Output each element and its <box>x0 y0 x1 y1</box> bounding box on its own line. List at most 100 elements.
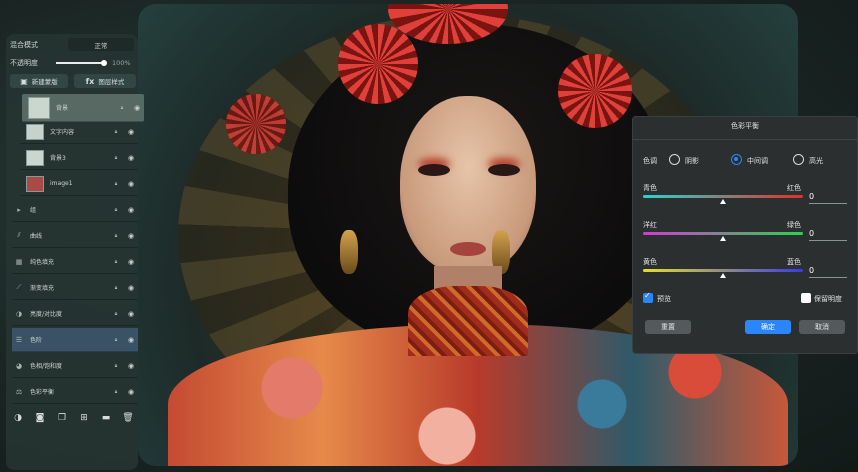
layer-row[interactable]: 背景 🔒︎ ◉ <box>22 94 144 122</box>
layer-thumbnail <box>26 149 44 166</box>
eye-icon[interactable]: ◉ <box>124 336 138 344</box>
mask-icon[interactable]: ◙ <box>34 412 46 424</box>
flower-decoration <box>226 94 286 154</box>
lock-icon[interactable]: 🔒︎ <box>111 311 121 317</box>
layer-row[interactable]: 背景3 🔒︎ ◉ <box>20 146 138 170</box>
layer-row[interactable]: ◑ 亮度/对比度 🔒︎ ◉ <box>12 302 138 326</box>
cancel-button[interactable]: 取消 <box>799 320 845 334</box>
layer-style-button[interactable]: fx 图层样式 <box>74 74 136 88</box>
adjustment-icon: ⚖ <box>15 387 23 396</box>
lock-icon[interactable]: 🔒︎ <box>111 259 121 265</box>
eye-icon[interactable]: ◉ <box>124 180 138 188</box>
layer-name: image1 <box>50 180 73 187</box>
slider-knob[interactable] <box>720 199 726 204</box>
layer-thumbnail <box>28 96 50 119</box>
lock-icon[interactable]: 🔒︎ <box>117 105 127 111</box>
adjust-icon[interactable]: ◑ <box>12 412 24 424</box>
lock-icon[interactable]: 🔒︎ <box>111 285 121 291</box>
ok-button[interactable]: 确定 <box>745 320 791 334</box>
flower-decoration <box>338 24 418 104</box>
layer-row[interactable]: ▸ 组 🔒︎ ◉ <box>12 198 138 222</box>
editor-canvas[interactable]: 混合模式 正常 不透明度 100% ▣ 新建蒙版 fx 图层样式 背景 🔒︎ ◉ 文字… <box>0 0 858 472</box>
lock-icon[interactable]: 🔒︎ <box>111 389 121 395</box>
color-balance-dialog: 色彩平衡 色调 阴影 中间调 高光 青色 红色 0 洋红 绿色 0 黄色 蓝色 0 ✓ 预览 保留明… <box>632 116 858 354</box>
layer-thumbnail <box>26 123 44 140</box>
collar-shape <box>408 286 528 356</box>
color-slider-track[interactable] <box>643 195 803 198</box>
slider-knob[interactable] <box>720 273 726 278</box>
opacity-knob[interactable] <box>101 60 107 66</box>
layer-row[interactable]: ☰ 色阶 🔒︎ ◉ <box>12 328 138 352</box>
layer-row[interactable]: ◕ 色相/饱和度 🔒︎ ◉ <box>12 354 138 378</box>
adjustment-icon: ☰ <box>15 335 23 344</box>
trash-icon[interactable]: 🗑︎ <box>122 412 134 424</box>
tone-radio[interactable] <box>731 154 742 165</box>
preview-checkbox[interactable]: ✓ <box>643 291 653 303</box>
layers-panel: 混合模式 正常 不透明度 100% ▣ 新建蒙版 fx 图层样式 背景 🔒︎ ◉ 文字… <box>6 34 144 470</box>
cancel-label: 取消 <box>815 323 829 331</box>
layer-name: 文字内容 <box>50 129 75 136</box>
tone-label: 色调 <box>643 157 657 165</box>
tone-radio[interactable] <box>669 154 680 165</box>
flower-decoration <box>558 54 632 128</box>
lips-shape <box>450 242 486 256</box>
eye-icon[interactable]: ◉ <box>130 104 144 112</box>
layer-row[interactable]: ⟋ 渐变填充 🔒︎ ◉ <box>12 276 138 300</box>
adjustment-icon: ⟋ <box>16 283 22 291</box>
slider-value-input[interactable]: 0 <box>809 266 847 278</box>
earring-shape <box>340 230 358 274</box>
lock-icon[interactable]: 🔒︎ <box>111 337 121 343</box>
blend-mode-select[interactable]: 正常 <box>68 38 134 51</box>
eye-icon[interactable]: ◉ <box>124 154 138 162</box>
layer-thumbnail <box>26 175 44 192</box>
layer-row[interactable]: 文字内容 🔒︎ ◉ <box>20 120 138 144</box>
lock-icon[interactable]: 🔒︎ <box>111 207 121 213</box>
opacity-slider[interactable] <box>56 60 107 66</box>
preserve-luminosity-checkbox[interactable] <box>801 293 811 303</box>
lock-icon[interactable]: 🔒︎ <box>111 363 121 369</box>
slider-knob[interactable] <box>720 236 726 241</box>
divider <box>633 139 857 140</box>
layer-row[interactable]: ▦ 纯色填充 🔒︎ ◉ <box>12 250 138 274</box>
eye-icon[interactable]: ◉ <box>124 362 138 370</box>
tone-label-option[interactable]: 中间调 <box>747 156 768 166</box>
folder-icon: ▸ <box>17 205 21 214</box>
new-mask-button[interactable]: ▣ 新建蒙版 <box>10 74 68 88</box>
eye-icon[interactable]: ◉ <box>124 258 138 266</box>
eye-icon[interactable]: ◉ <box>124 388 138 396</box>
lock-icon[interactable]: 🔒︎ <box>111 155 121 161</box>
adjustment-icon: ⫽ <box>17 231 21 239</box>
color-slider-track[interactable] <box>643 269 803 272</box>
layer-row[interactable]: ⫽ 曲线 🔒︎ ◉ <box>12 224 138 248</box>
slider-value-input[interactable]: 0 <box>809 192 847 204</box>
layer-name: 渐变填充 <box>30 285 55 292</box>
color-slider-track[interactable] <box>643 232 803 235</box>
eye-shape <box>488 164 520 176</box>
lock-icon[interactable]: 🔒︎ <box>111 181 121 187</box>
fx-icon: fx <box>85 76 95 86</box>
reset-button[interactable]: 重置 <box>645 320 691 334</box>
eye-icon[interactable]: ◉ <box>124 284 138 292</box>
eye-icon[interactable]: ◉ <box>124 232 138 240</box>
layer-name: 色彩平衡 <box>30 389 55 396</box>
duplicate-icon[interactable]: ❐ <box>56 412 68 424</box>
eye-icon[interactable]: ◉ <box>124 128 138 136</box>
add-layer-icon[interactable]: ⊞ <box>78 412 90 424</box>
lock-icon[interactable]: 🔒︎ <box>111 129 121 135</box>
blend-mode-label: 混合模式 <box>10 41 38 49</box>
tone-radio[interactable] <box>793 154 804 165</box>
layer-row[interactable]: ⚖ 色彩平衡 🔒︎ ◉ <box>12 380 138 404</box>
preserve-luminosity-label: 保留明度 <box>814 295 842 303</box>
eye-icon[interactable]: ◉ <box>124 310 138 318</box>
new-mask-label: 新建蒙版 <box>31 78 58 86</box>
layer-row[interactable]: image1 🔒︎ ◉ <box>20 172 138 196</box>
folder-icon[interactable]: ▬ <box>100 412 112 424</box>
slider-value-input[interactable]: 0 <box>809 229 847 241</box>
adjustment-icon: ▦ <box>15 257 23 266</box>
lock-icon[interactable]: 🔒︎ <box>111 233 121 239</box>
layer-name: 亮度/对比度 <box>30 311 63 318</box>
preview-label: 预览 <box>657 295 671 303</box>
eye-icon[interactable]: ◉ <box>124 206 138 214</box>
tone-label-option[interactable]: 高光 <box>809 156 823 166</box>
tone-label-option[interactable]: 阴影 <box>685 156 699 166</box>
